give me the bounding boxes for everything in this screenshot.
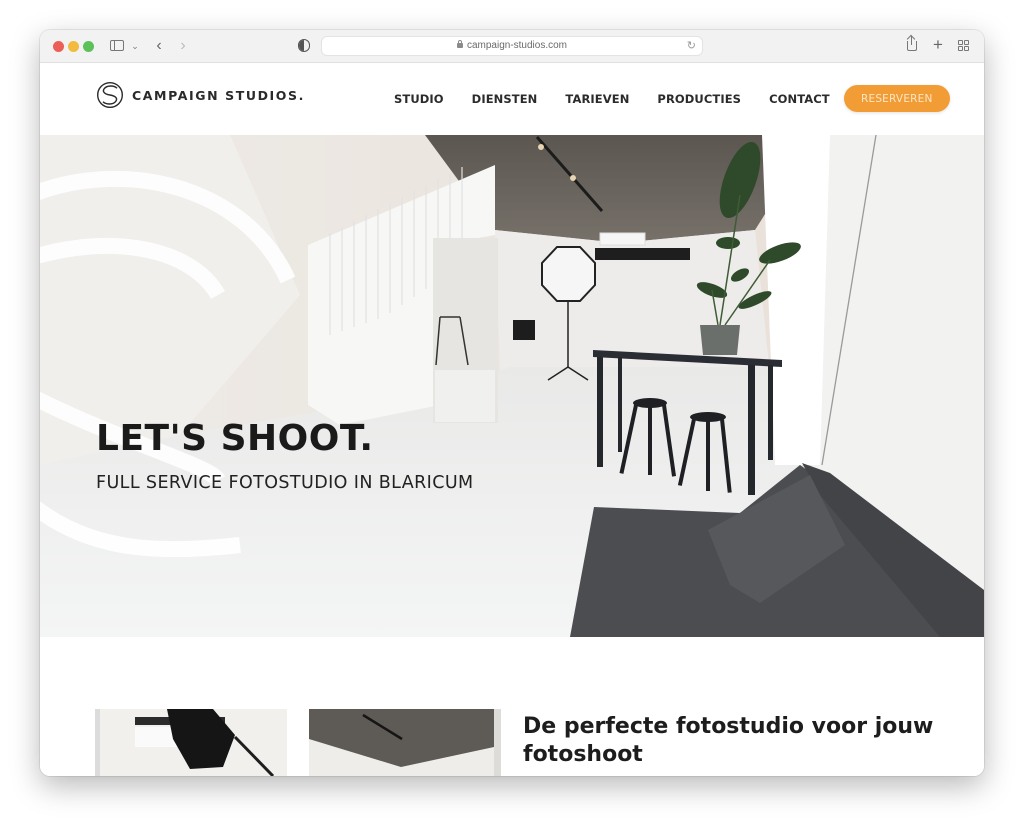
site-logo[interactable]: CAMPAIGN STUDIOS. <box>96 81 305 109</box>
octabox-light <box>541 246 596 302</box>
main-nav: STUDIO DIENSTEN TARIEVEN PRODUCTIES CONT… <box>394 85 950 112</box>
browser-toolbar: ⌄ ‹ › campaign-studios.com ↻ + <box>40 30 984 63</box>
plant-pot <box>700 325 740 355</box>
hero-title: LET'S SHOOT. <box>96 418 374 459</box>
share-arrow-icon <box>911 36 913 45</box>
spotlight <box>570 175 576 181</box>
grid-icon <box>958 46 963 51</box>
back-button[interactable]: ‹ <box>152 37 166 55</box>
air-conditioner <box>599 232 646 246</box>
ceiling-photo <box>309 709 501 776</box>
close-window-button[interactable] <box>53 41 64 52</box>
backdrop-roll <box>595 248 690 260</box>
grid-icon <box>964 40 969 45</box>
nav-item-diensten[interactable]: DIENSTEN <box>472 87 538 111</box>
address-bar[interactable]: campaign-studios.com ↻ <box>321 36 703 56</box>
sidebar-toggle-icon[interactable] <box>110 40 124 51</box>
studio-light <box>513 320 535 340</box>
spotlight <box>538 144 544 150</box>
nav-item-contact[interactable]: CONTACT <box>769 87 830 111</box>
url-display[interactable]: campaign-studios.com <box>322 40 702 51</box>
doorway-floor <box>435 370 495 422</box>
lock-icon <box>456 40 463 48</box>
browser-window: ⌄ ‹ › campaign-studios.com ↻ + CAMPAIGN … <box>40 30 984 776</box>
chevron-down-icon[interactable]: ⌄ <box>130 37 140 55</box>
hero-subtitle: FULL SERVICE FOTOSTUDIO IN BLARICUM <box>96 473 474 493</box>
intro-section: De perfecte fotostudio voor jouw fotosho… <box>40 637 984 776</box>
forward-button[interactable]: › <box>176 37 190 55</box>
reserve-button[interactable]: RESERVEREN <box>843 85 950 112</box>
site-header: CAMPAIGN STUDIOS. STUDIO DIENSTEN TARIEV… <box>40 63 984 135</box>
url-text: campaign-studios.com <box>466 40 568 51</box>
nav-item-tarieven[interactable]: TARIEVEN <box>565 87 629 111</box>
nav-item-studio[interactable]: STUDIO <box>394 87 444 111</box>
softbox-photo <box>95 709 287 776</box>
studio-thumbnail-1[interactable] <box>95 709 287 776</box>
intro-title: De perfecte fotostudio voor jouw fotosho… <box>523 714 934 767</box>
logo-mark-icon <box>96 81 124 109</box>
minimize-window-button[interactable] <box>68 41 79 52</box>
zoom-window-button[interactable] <box>83 41 94 52</box>
grid-icon <box>964 46 969 51</box>
studio-thumbnail-2[interactable] <box>309 709 501 776</box>
reload-button[interactable]: ↻ <box>687 39 696 52</box>
nav-item-producties[interactable]: PRODUCTIES <box>657 87 741 111</box>
logo-text: CAMPAIGN STUDIOS. <box>132 87 305 103</box>
grid-icon <box>958 40 963 45</box>
new-tab-button[interactable]: + <box>931 36 945 54</box>
hero-studio-photo <box>40 135 984 637</box>
tab-overview-button[interactable] <box>958 40 970 52</box>
hero-section: LET'S SHOOT. FULL SERVICE FOTOSTUDIO IN … <box>40 135 984 637</box>
privacy-shield-icon[interactable] <box>298 39 310 52</box>
